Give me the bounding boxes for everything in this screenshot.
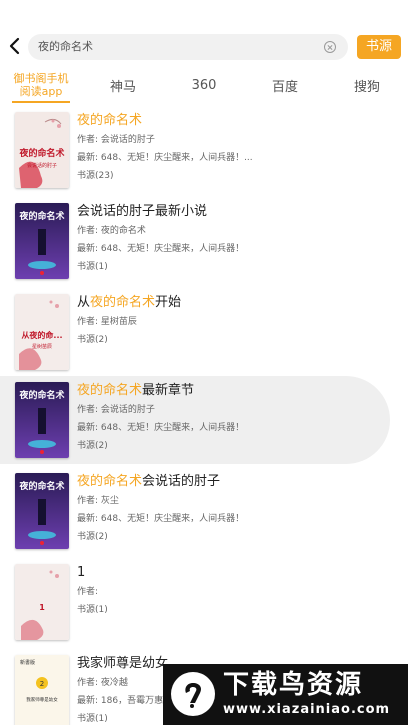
list-item[interactable]: 夜的命名术 会说话的肘子 夜的命名术 作者: 会说话的肘子 最新: 648、无矩…	[0, 106, 408, 194]
book-cover: 新書版 2 我家师尊是幼女	[15, 655, 69, 725]
list-item[interactable]: 夜的命名术 夜的命名术会说话的肘子 作者: 灰尘 最新: 648、无矩！庆尘醒来…	[0, 467, 408, 555]
cover-title: 夜的命名术	[18, 210, 64, 222]
book-source-count: 书源(2)	[77, 335, 108, 345]
cover-title: 1	[39, 603, 45, 612]
book-latest-chapter: 最新: 648、无矩！庆尘醒来，人间兵器！...	[77, 153, 253, 163]
book-title: 夜的命名术会说话的肘子	[77, 474, 221, 489]
search-query: 夜的命名术	[38, 40, 93, 53]
book-title: 夜的命名术	[77, 113, 143, 128]
cover-title: 夜的命名术	[18, 480, 64, 492]
cover-title: 我家师尊是幼女	[26, 696, 58, 703]
book-source-count: 书源(1)	[77, 714, 108, 724]
tab-360[interactable]: 360	[180, 66, 228, 104]
book-cover: 夜的命名术 会说话的肘子	[15, 112, 69, 188]
engine-tabs: 御书阁手机 阅读app 神马 360 百度 搜狗	[0, 66, 408, 106]
book-cover: 夜的命名术	[15, 473, 69, 549]
book-author: 作者: 灰尘	[77, 496, 119, 506]
tab-yushuge-line2: 阅读app	[19, 85, 63, 98]
search-results: 夜的命名术 会说话的肘子 夜的命名术 作者: 会说话的肘子 最新: 648、无矩…	[0, 106, 408, 725]
book-source-count: 书源(1)	[77, 262, 108, 272]
book-author: 作者: 会说话的肘子	[77, 135, 155, 145]
book-author: 作者: 星树苗辰	[77, 317, 137, 327]
book-author: 作者: 夜冷越	[77, 678, 128, 688]
list-item[interactable]: 夜的命名术 夜的命名术最新章节 作者: 会说话的肘子 最新: 648、无矩！庆尘…	[0, 376, 390, 464]
cover-author: 会说话的肘子	[27, 162, 57, 169]
cover-title: 从夜的命...	[21, 330, 62, 340]
book-title: 我家师尊是幼女	[77, 656, 169, 671]
cover-title: 夜的命名术	[18, 147, 64, 159]
source-button[interactable]: 书源	[357, 35, 401, 59]
book-source-count: 书源(2)	[77, 532, 108, 542]
book-latest-chapter: 最新: 648、无矩！庆尘醒来，人间兵器！	[77, 514, 245, 524]
book-latest-chapter: 最新: 186，吾霉万惠...	[77, 696, 172, 706]
list-item[interactable]: 从夜的命... 星树苗辰 从夜的命名术开始 作者: 星树苗辰 书源(2)	[0, 288, 408, 376]
tab-baidu[interactable]: 百度	[261, 66, 309, 104]
book-cover: 夜的命名术	[15, 382, 69, 458]
cover-author: 星树苗辰	[32, 343, 52, 350]
svg-text:2: 2	[40, 680, 44, 688]
search-input[interactable]: 夜的命名术	[28, 34, 348, 60]
tab-sogou[interactable]: 搜狗	[343, 66, 391, 104]
bird-logo-icon	[171, 672, 215, 716]
book-title: 从夜的命名术开始	[77, 295, 182, 310]
site-watermark: 下载鸟资源 www.xiazainiao.com	[163, 664, 408, 725]
tab-yushuge[interactable]: 御书阁手机 阅读app	[10, 66, 72, 104]
tab-yushuge-line1: 御书阁手机	[13, 72, 69, 85]
cover-badge: 新書版	[20, 659, 35, 666]
book-author: 作者: 会说话的肘子	[77, 405, 155, 415]
book-source-count: 书源(23)	[77, 171, 114, 181]
book-source-count: 书源(2)	[77, 441, 108, 451]
book-latest-chapter: 最新: 648、无矩！庆尘醒来，人间兵器！	[77, 423, 245, 433]
cover-title: 夜的命名术	[18, 389, 64, 401]
watermark-title: 下载鸟资源	[223, 670, 364, 700]
book-title: 1	[77, 565, 86, 580]
tab-shenma[interactable]: 神马	[98, 66, 148, 104]
book-cover: 从夜的命... 星树苗辰	[15, 294, 69, 370]
book-source-count: 书源(1)	[77, 605, 108, 615]
book-title: 会说话的肘子最新小说	[77, 204, 208, 219]
search-header: 夜的命名术 书源	[0, 0, 408, 66]
list-item[interactable]: 夜的命名术 会说话的肘子最新小说 作者: 夜的命名术 最新: 648、无矩！庆尘…	[0, 197, 408, 285]
watermark-url: www.xiazainiao.com	[223, 702, 391, 717]
book-cover: 夜的命名术	[15, 203, 69, 279]
clear-icon[interactable]	[324, 41, 336, 53]
list-item[interactable]: 1 1 作者: 书源(1)	[0, 558, 408, 646]
active-tab-indicator	[12, 101, 70, 103]
book-author: 作者: 夜的命名术	[77, 226, 146, 236]
book-latest-chapter: 最新: 648、无矩！庆尘醒来，人间兵器！	[77, 244, 245, 254]
back-arrow-icon[interactable]	[6, 34, 24, 58]
book-author: 作者:	[77, 587, 99, 597]
book-title: 夜的命名术最新章节	[77, 383, 195, 398]
book-cover: 1	[15, 564, 69, 640]
